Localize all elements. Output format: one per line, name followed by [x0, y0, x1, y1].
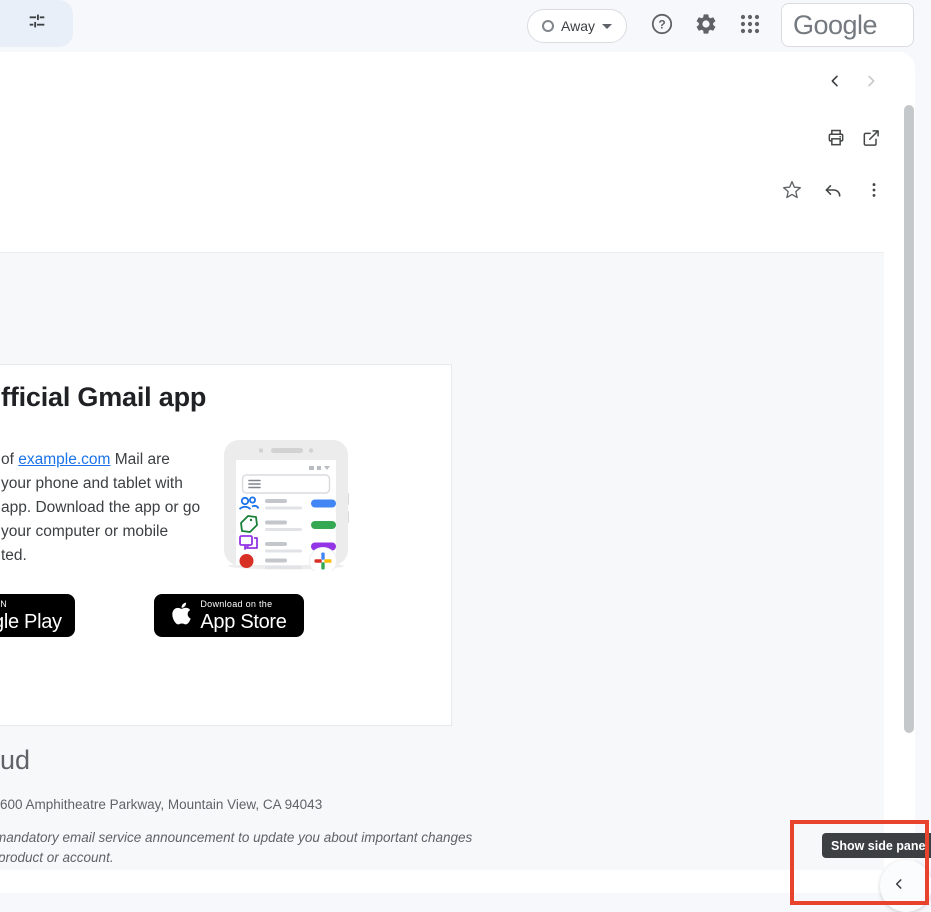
app-store-badge[interactable]: Download on the App Store — [154, 594, 304, 637]
paragraph-line-3: app. Download the app or go — [1, 496, 200, 520]
email-paragraph: of example.com Mail are your phone and t… — [1, 448, 200, 568]
chevron-left-icon — [892, 877, 906, 896]
older-email-button[interactable] — [861, 73, 881, 93]
paragraph-line-4: your computer or mobile — [1, 520, 200, 544]
reply-icon — [823, 180, 843, 205]
chevron-right-icon — [863, 73, 879, 94]
gear-icon — [694, 12, 718, 41]
open-in-new-icon — [861, 128, 881, 153]
sender-brand-fragment: ud — [0, 745, 30, 776]
help-button[interactable]: ? — [649, 13, 675, 39]
email-title: fficial Gmail app — [1, 382, 206, 413]
play-badge-label: gle Play — [0, 612, 62, 632]
search-options-chip[interactable] — [0, 0, 73, 47]
star-icon — [782, 180, 802, 205]
chevron-down-icon — [602, 24, 612, 29]
google-logo: Google — [793, 10, 877, 41]
apps-grid-icon — [738, 12, 762, 41]
apps-button[interactable] — [737, 13, 763, 39]
svg-text:?: ? — [658, 17, 665, 31]
paragraph-line-2: your phone and tablet with — [1, 472, 200, 496]
paragraph-line-1: of example.com Mail are — [1, 448, 200, 472]
presence-circle-icon — [542, 20, 554, 32]
play-badge-caption: ON — [0, 600, 62, 609]
side-panel-tooltip: Show side panel — [822, 833, 931, 858]
sender-address: 600 Amphitheatre Parkway, Mountain View,… — [0, 797, 322, 812]
more-vert-icon — [864, 180, 884, 205]
disclaimer-line-2: product or account. — [0, 850, 114, 865]
mail-view-panel: fficial Gmail app of example.com Mail ar… — [0, 52, 915, 893]
app-bar: Away ? Google — [0, 0, 931, 52]
chevron-left-icon — [827, 73, 843, 94]
example-domain-link[interactable]: example.com — [18, 451, 110, 468]
phone-illustration — [223, 435, 349, 571]
printer-icon — [826, 128, 846, 153]
apple-logo-icon — [171, 601, 192, 631]
star-button[interactable] — [782, 182, 802, 202]
status-label: Away — [561, 18, 595, 34]
tune-icon — [26, 10, 48, 37]
appstore-badge-label: App Store — [200, 612, 286, 632]
email-message-body: fficial Gmail app of example.com Mail ar… — [0, 252, 884, 870]
newer-email-button[interactable] — [825, 73, 845, 93]
settings-button[interactable] — [693, 13, 719, 39]
help-icon: ? — [650, 12, 674, 41]
disclaimer-line-1: mandatory email service announcement to … — [0, 830, 472, 845]
reply-button[interactable] — [823, 182, 843, 202]
google-play-badge[interactable]: ON gle Play — [0, 594, 75, 637]
workspace-logo-card: Google — [781, 3, 914, 47]
appstore-badge-caption: Download on the — [200, 600, 286, 609]
print-button[interactable] — [826, 130, 846, 150]
availability-status-chip[interactable]: Away — [527, 9, 627, 43]
open-in-new-window-button[interactable] — [861, 130, 881, 150]
gmail-app-promo-card: fficial Gmail app of example.com Mail ar… — [0, 364, 452, 726]
show-side-panel-button[interactable] — [880, 860, 931, 912]
more-options-button[interactable] — [864, 182, 884, 202]
paragraph-line-5: ted. — [1, 544, 200, 568]
vertical-scrollbar-thumb[interactable] — [904, 105, 914, 733]
